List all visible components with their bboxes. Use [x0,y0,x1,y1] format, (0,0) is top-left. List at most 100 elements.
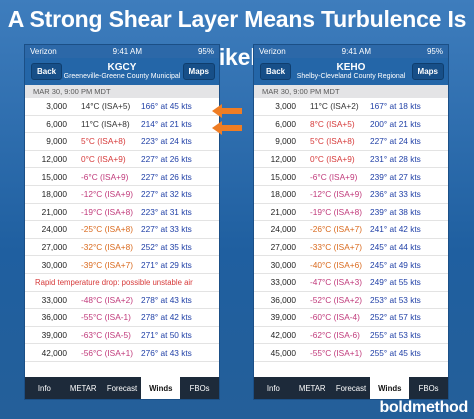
forecast-date: MAR 30, 9:00 PM MDT [254,85,448,98]
wind-cell: 231° at 28 kts [370,154,421,165]
nav-bar: Back KEHO Shelby-Cleveland County Region… [254,58,448,85]
left-arrow-icon [212,121,242,135]
maps-button[interactable]: Maps [182,63,215,80]
altitude-cell: 36,000 [41,312,67,323]
table-row[interactable]: 15,000 -6°C (ISA+9) 239° at 27 kts [254,168,448,186]
tab-forecast[interactable]: Forecast [332,377,371,399]
tab-metar[interactable]: METAR [293,377,332,399]
airport-title: KEHO Shelby-Cleveland County Regional [296,62,406,81]
table-row[interactable]: 3,000 11°C (ISA+2) 167° at 18 kts [254,98,448,116]
table-row[interactable]: 27,000 -33°C (ISA+7) 245° at 44 kts [254,239,448,257]
table-row[interactable]: 45,000 -55°C (ISA+1) 255° at 45 kts [254,344,448,362]
temperature-cell: -63°C (ISA-5) [81,330,131,341]
altitude-cell: 39,000 [41,330,67,341]
altitude-cell: 24,000 [41,224,67,235]
table-row[interactable]: 21,000 -19°C (ISA+8) 239° at 38 kts [254,204,448,222]
altitude-cell: 15,000 [270,171,296,182]
wind-cell: 278° at 42 kts [141,312,192,323]
temperature-cell: 0°C (ISA+9) [310,154,355,165]
altitude-cell: 27,000 [270,242,296,253]
table-row[interactable]: 24,000 -25°C (ISA+8) 227° at 33 kts [25,221,219,239]
wind-cell: 239° at 38 kts [370,206,421,217]
maps-button[interactable]: Maps [411,63,444,80]
wind-cell: 200° at 21 kts [370,118,421,129]
airport-title: KGCY Greeneville-Greene County Municipal [64,62,181,81]
table-row[interactable]: 27,000 -32°C (ISA+8) 252° at 35 kts [25,239,219,257]
altitude-cell: 27,000 [41,242,67,253]
table-row[interactable]: 6,000 8°C (ISA+5) 200° at 21 kts [254,116,448,134]
winds-table-lower: 33,000 -48°C (ISA+2) 278° at 43 kts 36,000 -… [25,292,219,362]
table-row[interactable]: 24,000 -26°C (ISA+7) 241° at 42 kts [254,221,448,239]
wind-cell: 223° at 31 kts [141,206,192,217]
table-row[interactable]: 42,000 -62°C (ISA-6) 255° at 53 kts [254,327,448,345]
table-row[interactable]: 39,000 -60°C (ISA-4) 252° at 57 kts [254,309,448,327]
phone-keho: Verizon 9:41 AM 95% Back KEHO Shelby-Cle… [253,44,449,400]
temperature-cell: 8°C (ISA+5) [310,118,355,129]
table-row[interactable]: 18,000 -12°C (ISA+9) 227° at 32 kts [25,186,219,204]
table-row[interactable]: 12,000 0°C (ISA+9) 231° at 28 kts [254,151,448,169]
altitude-cell: 42,000 [270,330,296,341]
altitude-cell: 9,000 [275,136,296,147]
tab-bar: Info METAR Forecast Winds FBOs [254,377,448,399]
table-row[interactable]: 36,000 -52°C (ISA+2) 253° at 53 kts [254,292,448,310]
tab-bar: Info METAR Forecast Winds FBOs [25,377,219,399]
temperature-cell: -6°C (ISA+9) [81,171,129,182]
table-row[interactable]: 18,000 -12°C (ISA+9) 236° at 33 kts [254,186,448,204]
wind-cell: 245° at 44 kts [370,242,421,253]
wind-cell: 227° at 24 kts [370,136,421,147]
left-arrow-icon [212,104,242,118]
temperature-cell: -32°C (ISA+8) [81,242,133,253]
table-row[interactable]: 30,000 -40°C (ISA+6) 245° at 49 kts [254,256,448,274]
wind-cell: 255° at 53 kts [370,330,421,341]
table-row[interactable]: 9,000 5°C (ISA+8) 227° at 24 kts [254,133,448,151]
table-row[interactable]: 9,000 5°C (ISA+8) 223° at 24 kts [25,133,219,151]
tab-info[interactable]: Info [254,377,293,399]
altitude-cell: 12,000 [41,154,67,165]
altitude-cell: 3,000 [275,101,296,112]
temperature-cell: -19°C (ISA+8) [81,206,133,217]
carrier-label: Verizon [259,47,286,56]
status-bar: Verizon 9:41 AM 95% [25,45,219,58]
table-row[interactable]: 6,000 11°C (ISA+8) 214° at 21 kts [25,116,219,134]
wind-cell: 253° at 53 kts [370,294,421,305]
table-row[interactable]: 36,000 -55°C (ISA-1) 278° at 42 kts [25,309,219,327]
airport-name: Shelby-Cleveland County Regional [296,73,406,81]
altitude-cell: 6,000 [46,118,67,129]
tab-winds[interactable]: Winds [141,377,181,399]
tab-metar[interactable]: METAR [64,377,103,399]
temperature-cell: -62°C (ISA-6) [310,330,360,341]
altitude-cell: 21,000 [270,206,296,217]
table-row[interactable]: 15,000 -6°C (ISA+9) 227° at 26 kts [25,168,219,186]
table-row[interactable]: 33,000 -48°C (ISA+2) 278° at 43 kts [25,292,219,310]
temperature-cell: 5°C (ISA+8) [81,136,126,147]
wind-cell: 252° at 57 kts [370,312,421,323]
tab-fbos[interactable]: FBOs [409,377,448,399]
altitude-cell: 9,000 [46,136,67,147]
nav-bar: Back KGCY Greeneville-Greene County Muni… [25,58,219,85]
table-row[interactable]: 12,000 0°C (ISA+9) 227° at 26 kts [25,151,219,169]
table-row[interactable]: 21,000 -19°C (ISA+8) 223° at 31 kts [25,204,219,222]
table-row[interactable]: 42,000 -56°C (ISA+1) 276° at 43 kts [25,344,219,362]
page-title: A Strong Shear Layer Means Turbulence Is… [7,6,467,70]
winds-table: 3,000 14°C (ISA+5) 166° at 45 kts 6,000 11°C… [25,98,219,274]
back-button[interactable]: Back [260,63,292,80]
temperature-cell: -39°C (ISA+7) [81,259,133,270]
wind-cell: 214° at 21 kts [141,118,192,129]
tab-winds[interactable]: Winds [370,377,410,399]
table-row[interactable]: 3,000 14°C (ISA+5) 166° at 45 kts [25,98,219,116]
altitude-cell: 33,000 [41,294,67,305]
table-row[interactable]: 39,000 -63°C (ISA-5) 271° at 50 kts [25,327,219,345]
table-row[interactable]: 33,000 -47°C (ISA+3) 249° at 55 kts [254,274,448,292]
clock: 9:41 AM [341,47,372,56]
altitude-cell: 24,000 [270,224,296,235]
temperature-cell: -55°C (ISA+1) [310,347,362,358]
tab-fbos[interactable]: FBOs [180,377,219,399]
wind-cell: 227° at 32 kts [141,189,192,200]
temperature-cell: -48°C (ISA+2) [81,294,133,305]
winds-table: 3,000 11°C (ISA+2) 167° at 18 kts 6,000 8°C … [254,98,448,362]
tab-forecast[interactable]: Forecast [103,377,142,399]
tab-info[interactable]: Info [25,377,64,399]
table-row[interactable]: 30,000 -39°C (ISA+7) 271° at 29 kts [25,256,219,274]
back-button[interactable]: Back [31,63,63,80]
temperature-cell: -12°C (ISA+9) [81,189,133,200]
